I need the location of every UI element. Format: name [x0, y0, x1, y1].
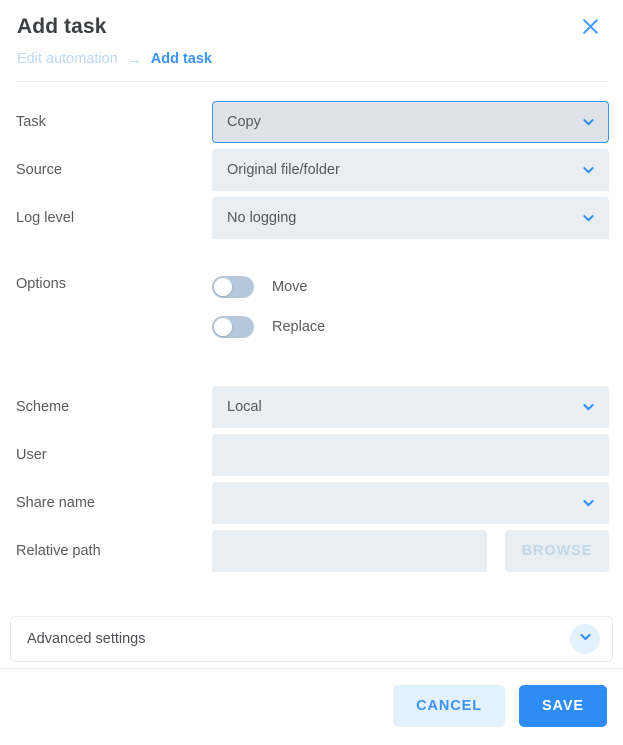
- user-control: [212, 434, 609, 477]
- chevron-down-icon: [581, 211, 596, 226]
- replace-toggle-label: Replace: [272, 319, 326, 336]
- field-row-scheme: Scheme Local: [14, 386, 609, 429]
- replace-toggle-knob: [214, 318, 232, 337]
- advanced-settings-label: Advanced settings: [27, 631, 146, 648]
- field-row-relative-path: Relative path BROWSE: [14, 530, 609, 573]
- dialog-footer: CANCEL SAVE: [0, 668, 623, 745]
- chevron-down-icon: [581, 400, 596, 415]
- relative-path-row: BROWSE: [212, 530, 609, 573]
- field-row-user: User: [14, 434, 609, 477]
- advanced-settings-expand-button[interactable]: [570, 624, 600, 655]
- page-title: Add task: [17, 15, 107, 38]
- field-row-source: Source Original file/folder: [14, 149, 609, 192]
- log-level-select[interactable]: No logging: [212, 197, 609, 240]
- task-select-value: Copy: [227, 113, 261, 130]
- options-control: Move Replace: [212, 276, 609, 339]
- scheme-select-value: Local: [227, 398, 262, 415]
- chevron-down-icon: [581, 496, 596, 511]
- relative-path-control: BROWSE: [212, 530, 609, 573]
- field-row-log-level: Log level No logging: [14, 197, 609, 240]
- scheme-control: Local: [212, 386, 609, 429]
- toggle-row-move: Move: [212, 276, 609, 299]
- browse-button[interactable]: BROWSE: [505, 530, 609, 573]
- dialog-header: Add task Edit automation → Add task: [0, 0, 623, 83]
- save-button[interactable]: SAVE: [518, 685, 607, 727]
- options-label: Options: [16, 276, 66, 293]
- move-toggle-knob: [214, 278, 232, 297]
- chevron-down-icon: [581, 115, 596, 130]
- scheme-select[interactable]: Local: [212, 386, 609, 429]
- share-name-label: Share name: [16, 495, 95, 512]
- replace-toggle[interactable]: [212, 316, 254, 339]
- share-name-control: [212, 482, 609, 525]
- task-control: Copy: [212, 101, 609, 144]
- field-row-options: Options Move Replace: [14, 276, 609, 339]
- add-task-dialog: Add task Edit automation → Add task Task: [0, 0, 623, 745]
- move-toggle[interactable]: [212, 276, 254, 299]
- breadcrumb-item-add-task[interactable]: Add task: [151, 51, 212, 67]
- move-toggle-label: Move: [272, 279, 308, 296]
- field-row-share-name: Share name: [14, 482, 609, 525]
- source-control: Original file/folder: [212, 149, 609, 192]
- toggle-row-replace: Replace: [212, 316, 609, 339]
- source-select[interactable]: Original file/folder: [212, 149, 609, 192]
- share-name-select[interactable]: [212, 482, 609, 525]
- scheme-label: Scheme: [16, 399, 70, 416]
- chevron-down-icon: [581, 163, 596, 178]
- close-button[interactable]: [577, 13, 603, 39]
- breadcrumb: Edit automation → Add task: [16, 51, 607, 67]
- field-row-task: Task Copy: [14, 101, 609, 144]
- chevron-down-icon: [578, 629, 593, 649]
- relative-path-input[interactable]: [212, 530, 487, 573]
- log-level-control: No logging: [212, 197, 609, 240]
- relative-path-label: Relative path: [16, 543, 101, 560]
- source-select-value: Original file/folder: [227, 161, 340, 178]
- task-label: Task: [16, 114, 46, 131]
- dialog-body: Task Copy Source Original file/folder Lo…: [0, 82, 623, 668]
- close-icon: [582, 18, 599, 35]
- source-label: Source: [16, 162, 62, 179]
- task-select[interactable]: Copy: [212, 101, 609, 144]
- user-label: User: [16, 447, 47, 464]
- cancel-button[interactable]: CANCEL: [393, 685, 505, 727]
- advanced-settings-accordion[interactable]: Advanced settings: [10, 616, 613, 663]
- breadcrumb-item-edit-automation[interactable]: Edit automation: [17, 51, 118, 67]
- log-level-select-value: No logging: [227, 209, 297, 226]
- breadcrumb-separator-icon: →: [126, 50, 142, 68]
- user-input[interactable]: [212, 434, 609, 477]
- log-level-label: Log level: [16, 210, 75, 227]
- title-row: Add task: [16, 14, 607, 39]
